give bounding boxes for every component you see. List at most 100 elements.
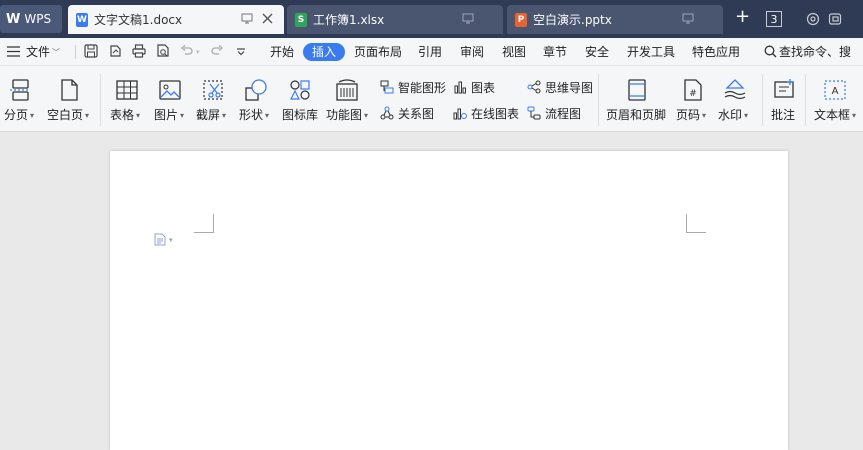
icon-library-button[interactable]: 图标库 [279,66,321,132]
undo-icon[interactable] [180,44,194,61]
output-pdf-icon[interactable] [108,44,122,61]
flowchart-icon [527,106,541,120]
comment-button[interactable]: 批注 [768,66,800,132]
print-icon[interactable] [132,44,146,61]
margin-corner-top-left [194,214,214,233]
screenshot-icon [203,80,223,100]
tab-developer-tools[interactable]: 开发工具 [627,43,675,61]
app-name: WPS [24,12,52,26]
picture-label: 图片 [154,108,179,122]
margin-corner-top-right [686,214,706,233]
chart-label: 图表 [471,80,496,95]
mindmap-icon [527,80,541,94]
header-footer-label: 页眉和页脚 [606,108,667,122]
smartart-icon [380,80,394,94]
watermark-icon [724,79,746,100]
mindmap-button[interactable]: 思维导图 [527,78,593,96]
chart-button[interactable]: 图表 [453,78,495,96]
screenshot-label: 截屏 [196,108,221,122]
redo-icon[interactable] [210,44,224,61]
tab-spreadsheet-label: 工作簿1.xlsx [313,13,385,27]
divider [100,74,101,126]
restore-window-icon[interactable] [828,12,842,26]
flowchart-label: 流程图 [545,106,582,121]
close-tab-icon[interactable] [262,13,273,24]
wps-home-tab[interactable]: W WPS [0,5,62,33]
comment-icon [774,79,794,98]
smartart-button[interactable]: 智能图形 [380,78,446,96]
wps-logo-icon: W [6,11,21,27]
icon-library-icon [290,80,310,100]
monitor-icon[interactable] [241,13,253,24]
table-button[interactable]: 表格 ▾ [106,66,148,132]
command-search-input[interactable]: 查找命令、搜 [779,43,851,61]
page-break-icon [10,79,30,101]
tab-insert[interactable]: 插入 [303,43,346,61]
hamburger-menu-icon[interactable] [7,46,20,60]
shapes-label: 形状 [239,108,264,122]
file-menu-label: 文件 [26,45,51,59]
tab-presentation-label: 空白演示.pptx [533,13,612,27]
page-break-button[interactable]: 分页 ▾ [0,66,40,132]
customize-toolbar-icon[interactable] [236,46,246,60]
relation-chart-label: 关系图 [398,106,435,121]
paragraph-layout-button[interactable]: ▾ [154,233,173,246]
page-break-label: 分页 [4,108,29,122]
relation-chart-icon [380,106,394,120]
textbox-icon: A [824,80,846,100]
relation-chart-button[interactable]: 关系图 [380,104,434,122]
comment-label: 批注 [771,108,796,122]
picture-button[interactable]: 图片 ▾ [149,66,191,132]
tab-chapter[interactable]: 章节 [543,43,567,61]
title-bar: W WPS W 文字文稿1.docx S 工作簿1.xlsx P 空白演示.pp… [0,0,863,38]
search-icon[interactable] [764,45,777,61]
tab-special-apps[interactable]: 特色应用 [692,43,740,61]
page-number-button[interactable]: # 页码 ▾ [673,66,713,132]
tab-document-label: 文字文稿1.docx [94,13,183,27]
header-footer-button[interactable]: 页眉和页脚 [604,66,670,132]
svg-text:A: A [832,86,839,97]
spreadsheet-icon: S [295,12,307,27]
shapes-icon [245,79,267,101]
new-tab-icon[interactable]: + [735,6,750,27]
table-label: 表格 [110,108,135,122]
chart-icon [454,81,466,94]
tab-page-layout[interactable]: 页面布局 [354,43,402,61]
monitor-icon[interactable] [682,13,694,24]
menu-bar: 文件 ﹀ ▾ 开始 插入 页面布局 引用 审阅 视图 章节 安全 开发工具 特色应… [0,38,863,66]
online-chart-button[interactable]: 在线图表 [453,104,519,122]
function-chart-label: 功能图 [326,108,363,122]
smartart-label: 智能图形 [398,80,447,95]
tab-view[interactable]: 视图 [502,43,526,61]
file-menu[interactable]: 文件 ﹀ [26,43,60,61]
flowchart-button[interactable]: 流程图 [527,104,581,122]
presentation-icon: P [515,12,527,27]
screenshot-button[interactable]: 截屏 ▾ [192,66,234,132]
undo-dropdown-icon[interactable]: ▾ [196,48,200,56]
watermark-button[interactable]: 水印 ▾ [714,66,756,132]
textbox-label: 文本框 [814,108,851,122]
document-page[interactable]: ▾ [110,151,788,450]
watermark-label: 水印 [718,108,743,122]
page-number-icon: # [684,79,702,101]
tab-review[interactable]: 审阅 [460,43,484,61]
skin-icon[interactable] [806,12,820,26]
chevron-down-icon: ▾ [169,235,173,244]
divider [762,74,763,126]
monitor-icon[interactable] [462,13,474,24]
table-icon [116,80,138,100]
blank-page-icon [61,79,78,101]
save-icon[interactable] [84,44,98,61]
tab-home[interactable]: 开始 [270,43,294,61]
document-canvas[interactable]: ▾ [0,133,863,450]
shapes-button[interactable]: 形状 ▾ [235,66,277,132]
tab-references[interactable]: 引用 [418,43,442,61]
blank-page-button[interactable]: 空白页 ▾ [44,66,94,132]
print-preview-icon[interactable] [156,44,170,61]
tab-security[interactable]: 安全 [585,43,609,61]
window-count-badge[interactable]: 3 [766,11,782,27]
svg-text:#: # [689,89,697,99]
textbox-button[interactable]: A 文本框 ▾ [810,66,863,132]
header-footer-icon [628,79,646,101]
function-chart-button[interactable]: 功能图 ▾ [325,66,371,132]
